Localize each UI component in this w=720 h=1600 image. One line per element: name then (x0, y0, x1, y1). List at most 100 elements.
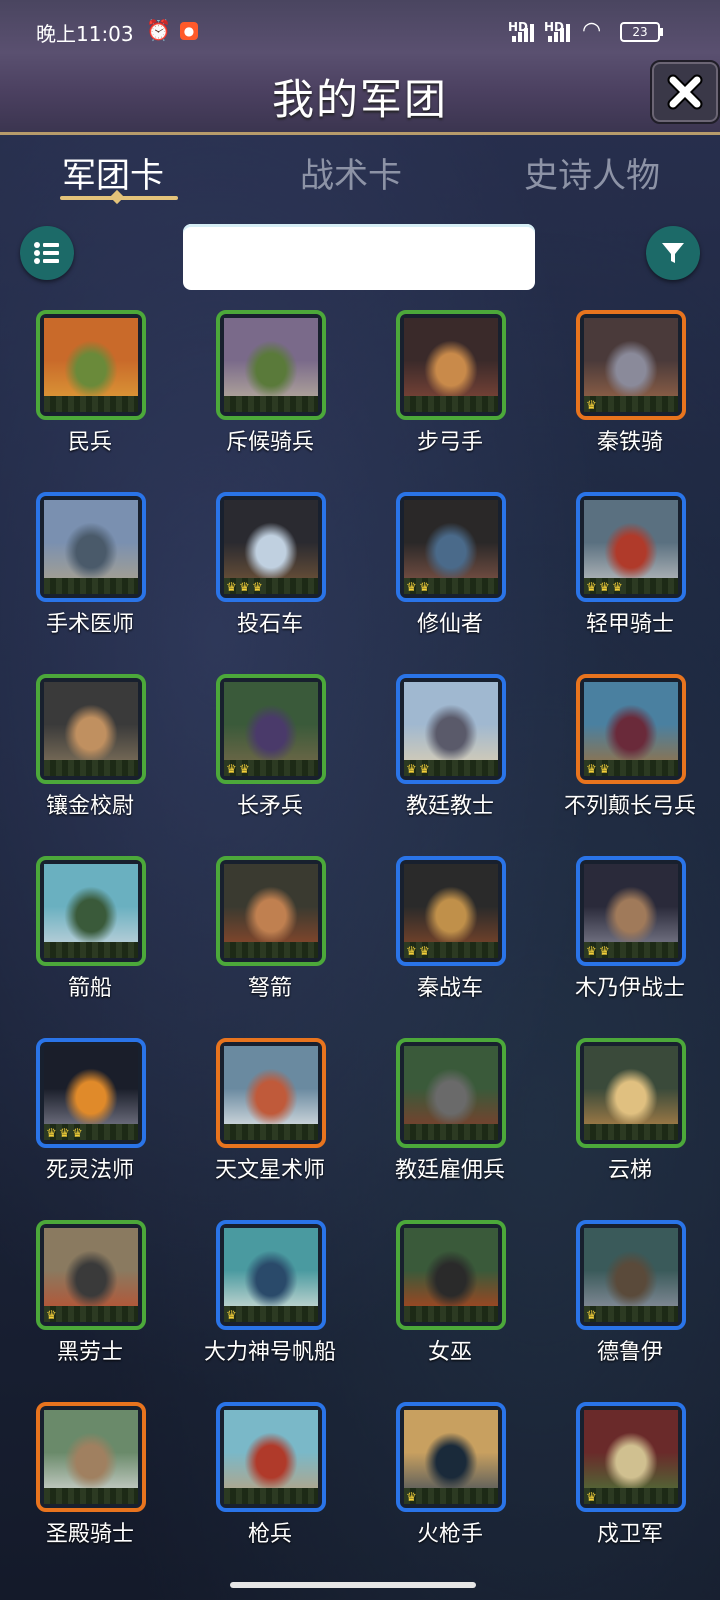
unit-card[interactable]: ♛ ♛ ♛ 投石车 (180, 492, 340, 652)
unit-card-name: 秦铁骑 (596, 430, 663, 455)
unit-card-frame: ♛ (576, 1402, 686, 1512)
unit-card-frame: ♛ ♛ (396, 674, 506, 784)
crown-rating (404, 1124, 498, 1140)
crown-icon: ♛ (599, 762, 610, 776)
list-button[interactable] (20, 226, 74, 280)
unit-card[interactable]: 箭船 (0, 856, 160, 1016)
tab-legion-cards[interactable]: 军团卡 (62, 148, 164, 197)
unit-card[interactable]: ♛ ♛ 木乃伊战士 (540, 856, 700, 1016)
unit-card[interactable]: 斥候骑兵 (180, 310, 340, 470)
home-indicator[interactable] (230, 1582, 476, 1588)
unit-card[interactable]: 步弓手 (360, 310, 520, 470)
unit-card[interactable]: 圣殿骑士 (0, 1402, 160, 1562)
tab-tactic-cards[interactable]: 战术卡 (300, 148, 402, 197)
unit-card[interactable]: ♛ 戍卫军 (540, 1402, 700, 1562)
tab-epic-characters[interactable]: 史诗人物 (524, 148, 660, 197)
app-notification-icon: ● (180, 22, 198, 40)
crown-icon: ♛ (586, 1490, 597, 1504)
unit-card[interactable]: 镶金校尉 (0, 674, 160, 834)
unit-card-name: 天文星术师 (214, 1158, 325, 1183)
unit-card-frame: ♛ (36, 1220, 146, 1330)
unit-card-frame: ♛ ♛ (576, 674, 686, 784)
crown-rating (584, 1124, 678, 1140)
crown-icon: ♛ (239, 580, 250, 594)
unit-card[interactable]: ♛ 大力神号帆船 (180, 1220, 340, 1380)
unit-card-frame: ♛ (216, 1220, 326, 1330)
header-bar: 晚上11:03 ⏰ ● HD HD ◠ 23 我的军团 (0, 0, 720, 135)
crown-rating (404, 1306, 498, 1322)
close-button[interactable] (650, 60, 720, 124)
crown-icon: ♛ (406, 944, 417, 958)
unit-card-frame (216, 310, 326, 420)
unit-card-frame: ♛ (576, 310, 686, 420)
search-input[interactable] (183, 224, 535, 290)
unit-card[interactable]: 云梯 (540, 1038, 700, 1198)
unit-card-frame: ♛ ♛ ♛ (36, 1038, 146, 1148)
unit-card[interactable]: ♛ 火枪手 (360, 1402, 520, 1562)
crown-rating (44, 396, 138, 412)
crown-rating: ♛ (584, 396, 678, 412)
unit-card-frame: ♛ ♛ ♛ (576, 492, 686, 602)
alarm-icon: ⏰ (146, 18, 171, 42)
crown-rating: ♛ (224, 1306, 318, 1322)
unit-card[interactable]: ♛ ♛ 秦战车 (360, 856, 520, 1016)
filter-icon (662, 243, 684, 263)
crown-icon: ♛ (239, 762, 250, 776)
crown-icon: ♛ (419, 944, 430, 958)
unit-card[interactable]: 民兵 (0, 310, 160, 470)
crown-rating: ♛ (584, 1488, 678, 1504)
signal-icon (512, 22, 538, 42)
status-bar: 晚上11:03 ⏰ ● HD HD ◠ 23 (0, 0, 720, 64)
unit-card-frame (396, 310, 506, 420)
crown-icon: ♛ (226, 1308, 237, 1322)
unit-card-frame: ♛ (396, 1402, 506, 1512)
unit-card-frame (36, 856, 146, 966)
unit-card-frame (36, 674, 146, 784)
unit-card[interactable]: 手术医师 (0, 492, 160, 652)
unit-card-frame: ♛ ♛ (396, 492, 506, 602)
unit-card[interactable]: ♛ 德鲁伊 (540, 1220, 700, 1380)
crown-rating (224, 942, 318, 958)
battery-icon: 23 (620, 22, 663, 42)
unit-card[interactable]: ♛ ♛ 不列颠长弓兵 (540, 674, 700, 834)
crown-rating: ♛ ♛ (584, 942, 678, 958)
unit-card[interactable]: 天文星术师 (180, 1038, 340, 1198)
unit-card[interactable]: ♛ ♛ 教廷教士 (360, 674, 520, 834)
battery-level: 23 (632, 25, 648, 39)
unit-card[interactable]: ♛ ♛ ♛ 轻甲骑士 (540, 492, 700, 652)
unit-card-name: 女巫 (427, 1340, 472, 1365)
unit-card-frame: ♛ (576, 1220, 686, 1330)
unit-card-name: 手术医师 (45, 612, 134, 637)
crown-rating (404, 396, 498, 412)
crown-rating (44, 942, 138, 958)
crown-icon: ♛ (226, 762, 237, 776)
unit-card[interactable]: ♛ ♛ 修仙者 (360, 492, 520, 652)
crown-rating: ♛ ♛ ♛ (584, 578, 678, 594)
crown-icon: ♛ (586, 762, 597, 776)
crown-rating (44, 578, 138, 594)
crown-icon: ♛ (419, 762, 430, 776)
unit-card[interactable]: ♛ ♛ ♛ 死灵法师 (0, 1038, 160, 1198)
crown-icon: ♛ (419, 580, 430, 594)
unit-card[interactable]: ♛ 黑劳士 (0, 1220, 160, 1380)
unit-card[interactable]: 枪兵 (180, 1402, 340, 1562)
filter-button[interactable] (646, 226, 700, 280)
unit-card-name: 火枪手 (416, 1522, 483, 1547)
crown-icon: ♛ (59, 1126, 70, 1140)
crown-icon: ♛ (72, 1126, 83, 1140)
unit-card[interactable]: ♛ ♛ 长矛兵 (180, 674, 340, 834)
crown-icon: ♛ (612, 580, 623, 594)
unit-card-name: 弩箭 (247, 976, 292, 1001)
unit-card-name: 德鲁伊 (596, 1340, 663, 1365)
unit-card-name: 木乃伊战士 (574, 976, 685, 1001)
unit-card[interactable]: 弩箭 (180, 856, 340, 1016)
unit-card[interactable]: ♛ 秦铁骑 (540, 310, 700, 470)
page-title: 我的军团 (271, 75, 448, 124)
unit-card[interactable]: 女巫 (360, 1220, 520, 1380)
unit-card-frame (36, 492, 146, 602)
unit-card-frame (576, 1038, 686, 1148)
crown-icon: ♛ (599, 944, 610, 958)
crown-icon: ♛ (586, 398, 597, 412)
unit-card-frame (216, 856, 326, 966)
unit-card[interactable]: 教廷雇佣兵 (360, 1038, 520, 1198)
